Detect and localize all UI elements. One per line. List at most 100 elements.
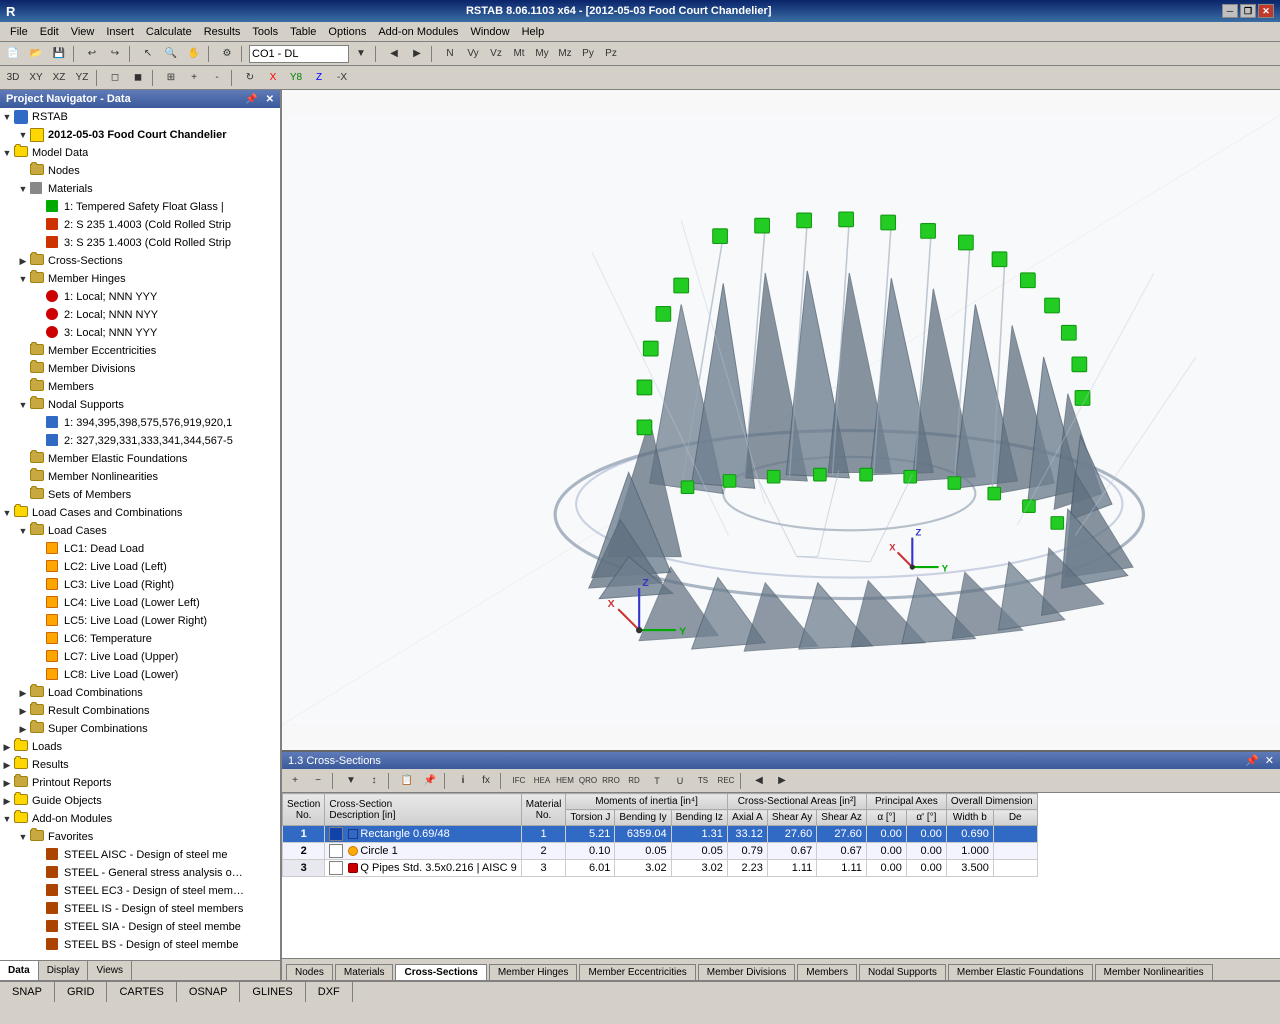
expand-guide-objects[interactable]: ▶ — [0, 794, 14, 808]
table-row[interactable]: 3 Q Pipes Std. 3.5x0.216 | AISC 9 3 6.01… — [283, 860, 1038, 877]
tree-item-mat3[interactable]: 3: S 235 1.4003 (Cold Rolled Strip — [0, 234, 280, 252]
tree-item-ns2[interactable]: 2: 327,329,331,333,341,344,567-5 — [0, 432, 280, 450]
prev-btn[interactable]: ◀ — [383, 44, 405, 64]
expand-super-combinations[interactable]: ▶ — [16, 722, 30, 736]
disp3-btn[interactable]: Vz — [485, 44, 507, 64]
zoom-in-btn[interactable]: + — [183, 68, 205, 88]
tb-copy-btn[interactable]: 📋 — [396, 771, 418, 791]
tb-info-btn[interactable]: i — [452, 771, 474, 791]
tree-item-lc1[interactable]: LC1: Dead Load — [0, 540, 280, 558]
expand-results[interactable]: ▶ — [0, 758, 14, 772]
tab-member-elastic-foundations[interactable]: Member Elastic Foundations — [948, 964, 1093, 980]
disp6-btn[interactable]: Mz — [554, 44, 576, 64]
tree-item-steel-aisc[interactable]: STEEL AISC - Design of steel me — [0, 846, 280, 864]
tab-nodal-supports[interactable]: Nodal Supports — [859, 964, 946, 980]
axis-y-btn[interactable]: Y8 — [285, 68, 307, 88]
status-snap[interactable]: SNAP — [0, 982, 55, 1002]
menu-item-window[interactable]: Window — [464, 24, 515, 40]
expand-loads[interactable]: ▶ — [0, 740, 14, 754]
tree-item-results[interactable]: ▶Results — [0, 756, 280, 774]
minimize-btn[interactable]: ─ — [1222, 4, 1238, 18]
tree-item-steel-is[interactable]: STEEL IS - Design of steel members — [0, 900, 280, 918]
expand-rstab[interactable]: ▼ — [0, 110, 14, 124]
expand-addon-modules[interactable]: ▼ — [0, 812, 14, 826]
tab-cross-sections[interactable]: Cross-Sections — [395, 964, 486, 980]
tb-hem-btn[interactable]: HEM — [554, 771, 576, 791]
nav-tab-data[interactable]: Data — [0, 961, 39, 980]
tree-item-member-elastic-foundations[interactable]: Member Elastic Foundations — [0, 450, 280, 468]
tb-add-btn[interactable]: + — [284, 771, 306, 791]
menu-item-view[interactable]: View — [65, 24, 101, 40]
table-row[interactable]: 1 Rectangle 0.69/48 1 5.21 6359.04 1.31 … — [283, 826, 1038, 843]
expand-load-cases[interactable]: ▼ — [16, 524, 30, 538]
menu-item-results[interactable]: Results — [198, 24, 247, 40]
tree-project[interactable]: ▼ 2012-05-03 Food Court Chandelier — [0, 126, 280, 144]
tree-item-ns1[interactable]: 1: 394,395,398,575,576,919,920,1 — [0, 414, 280, 432]
tree-item-lc8[interactable]: LC8: Live Load (Lower) — [0, 666, 280, 684]
tree-item-member-nonlinearities[interactable]: Member Nonlinearities — [0, 468, 280, 486]
nav-tab-display[interactable]: Display — [39, 961, 89, 980]
tb-sort-btn[interactable]: ↕ — [363, 771, 385, 791]
tree-item-mat2[interactable]: 2: S 235 1.4003 (Cold Rolled Strip — [0, 216, 280, 234]
disp-btn[interactable]: N — [439, 44, 461, 64]
tb-ts-btn[interactable]: TS — [692, 771, 714, 791]
tree-item-super-combinations[interactable]: ▶Super Combinations — [0, 720, 280, 738]
tb-ifc-btn[interactable]: IFC — [508, 771, 530, 791]
nav-close-btn[interactable]: ✕ — [266, 94, 274, 105]
tree-item-hinge2[interactable]: 2: Local; NNN NYY — [0, 306, 280, 324]
expand-project[interactable]: ▼ — [16, 128, 30, 142]
disp7-btn[interactable]: Py — [577, 44, 599, 64]
tree-item-hinge1[interactable]: 1: Local; NNN YYY — [0, 288, 280, 306]
tab-members[interactable]: Members — [797, 964, 857, 980]
menu-item-insert[interactable]: Insert — [100, 24, 140, 40]
tab-member-eccentricities[interactable]: Member Eccentricities — [579, 964, 695, 980]
expand-model-data[interactable]: ▼ — [0, 146, 14, 160]
tree-item-result-combinations[interactable]: ▶Result Combinations — [0, 702, 280, 720]
tree-item-lc4[interactable]: LC4: Live Load (Lower Left) — [0, 594, 280, 612]
tree-item-favorites[interactable]: ▼Favorites — [0, 828, 280, 846]
disp2-btn[interactable]: Vy — [462, 44, 484, 64]
viewxz-btn[interactable]: XZ — [48, 68, 70, 88]
close-btn[interactable]: ✕ — [1258, 4, 1274, 18]
expand-materials[interactable]: ▼ — [16, 182, 30, 196]
tab-member-divisions[interactable]: Member Divisions — [698, 964, 795, 980]
tree-item-members[interactable]: Members — [0, 378, 280, 396]
tree-item-lc7[interactable]: LC7: Live Load (Upper) — [0, 648, 280, 666]
disp8-btn[interactable]: Pz — [600, 44, 622, 64]
axis-x-btn[interactable]: X — [262, 68, 284, 88]
menu-item-file[interactable]: File — [4, 24, 34, 40]
tree-item-addon-modules[interactable]: ▼Add-on Modules — [0, 810, 280, 828]
redo-btn[interactable]: ↪ — [104, 44, 126, 64]
tree-root-rstab[interactable]: ▼ RSTAB — [0, 108, 280, 126]
tb-scroll-left[interactable]: ◀ — [748, 771, 770, 791]
menu-item-options[interactable]: Options — [322, 24, 372, 40]
expand-load-combinations[interactable]: ▶ — [16, 686, 30, 700]
menu-item-add-on-modules[interactable]: Add-on Modules — [372, 24, 464, 40]
zoom-btn[interactable]: 🔍 — [160, 44, 182, 64]
table-close-btn[interactable]: ✕ — [1265, 754, 1274, 767]
tree-item-lc6[interactable]: LC6: Temperature — [0, 630, 280, 648]
status-grid[interactable]: GRID — [55, 982, 108, 1002]
tree-item-materials[interactable]: ▼Materials — [0, 180, 280, 198]
menu-item-edit[interactable]: Edit — [34, 24, 65, 40]
tree-item-load-combinations[interactable]: ▶Load Combinations — [0, 684, 280, 702]
canvas-3d[interactable]: Y X Z Y X Z — [282, 90, 1280, 750]
save-btn[interactable]: 💾 — [48, 44, 70, 64]
select-btn[interactable]: ↖ — [137, 44, 159, 64]
tb-qro-btn[interactable]: QRO — [577, 771, 599, 791]
expand-result-combinations[interactable]: ▶ — [16, 704, 30, 718]
menu-item-calculate[interactable]: Calculate — [140, 24, 198, 40]
tb-rec-btn[interactable]: REC — [715, 771, 737, 791]
tree-item-model-data[interactable]: ▼Model Data — [0, 144, 280, 162]
zoom-all-btn[interactable]: ⊞ — [160, 68, 182, 88]
expand-load-cases-combinations[interactable]: ▼ — [0, 506, 14, 520]
tree-item-nodes[interactable]: Nodes — [0, 162, 280, 180]
tb-scroll-right[interactable]: ▶ — [771, 771, 793, 791]
tab-materials[interactable]: Materials — [335, 964, 394, 980]
tree-item-lc5[interactable]: LC5: Live Load (Lower Right) — [0, 612, 280, 630]
status-osnap[interactable]: OSNAP — [177, 982, 241, 1002]
view3d-btn[interactable]: 3D — [2, 68, 24, 88]
disp5-btn[interactable]: My — [531, 44, 553, 64]
table-row[interactable]: 2 Circle 1 2 0.10 0.05 0.05 0.79 0.67 0.… — [283, 843, 1038, 860]
tree-item-printout-reports[interactable]: ▶Printout Reports — [0, 774, 280, 792]
